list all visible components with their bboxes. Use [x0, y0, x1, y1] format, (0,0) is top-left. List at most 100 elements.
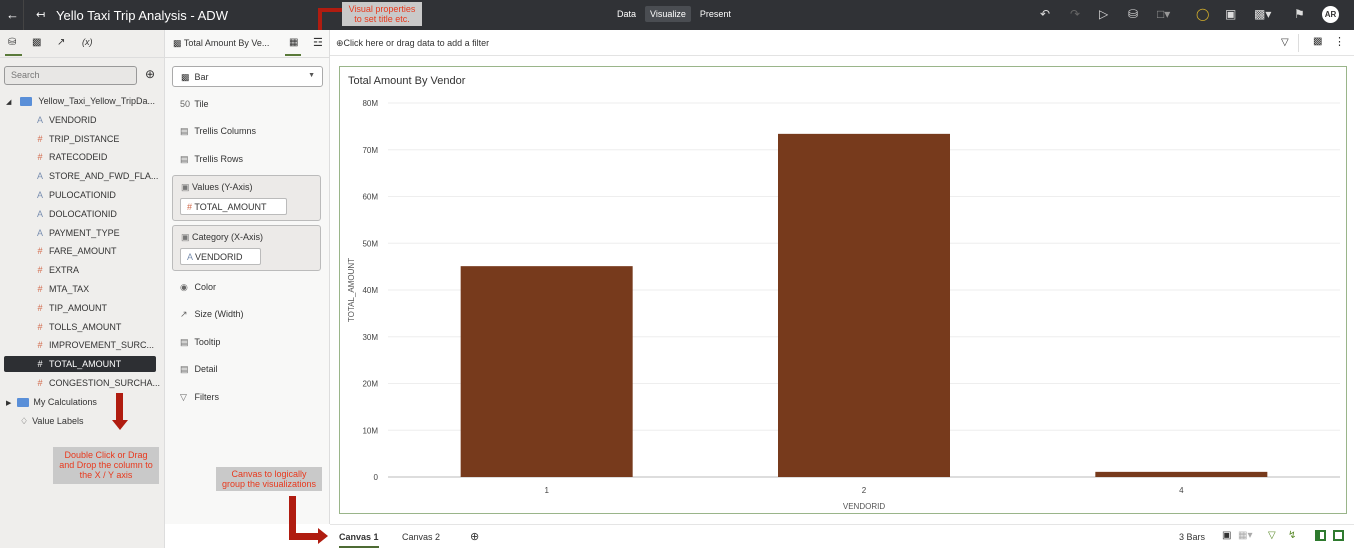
tile-drop[interactable]: 50 Tile: [180, 99, 209, 109]
filter-bar-text: Click here or drag data to add a filter: [343, 38, 490, 48]
number-field-icon: #: [37, 321, 43, 332]
bookmark-icon[interactable]: ⚑: [1294, 7, 1305, 21]
bar-chart-visualization[interactable]: Total Amount By Vendor 0 10M 20M 30M 40M 50M 6…: [339, 66, 1347, 514]
category-icon: ▣: [181, 232, 190, 242]
tooltip-drop[interactable]: ▤ Tooltip: [180, 337, 220, 348]
analytics-icon[interactable]: ↗: [57, 37, 65, 48]
text-field-icon: A: [187, 252, 193, 262]
database-icon[interactable]: ⛁: [8, 37, 16, 48]
field-item[interactable]: A PULOCATIONID: [4, 187, 156, 203]
undo-icon[interactable]: ↶: [1040, 7, 1050, 21]
field-item[interactable]: # FARE_AMOUNT: [4, 243, 156, 259]
layout-menu-icon[interactable]: ▦▾: [1238, 530, 1252, 541]
field-name: TIP_AMOUNT: [49, 302, 108, 313]
filter-icon: ▽: [180, 392, 187, 402]
detail-drop[interactable]: ▤ Detail: [180, 364, 218, 375]
field-name: DOLOCATIONID: [49, 208, 117, 219]
number-field-icon: #: [37, 340, 43, 351]
y-tick-label: 50M: [362, 239, 378, 248]
text-field-icon: A: [36, 190, 43, 200]
tab-canvas-1[interactable]: Canvas 1: [339, 532, 379, 548]
category-field-pill[interactable]: A VENDORID: [180, 248, 261, 265]
field-item[interactable]: A STORE_AND_FWD_FLA...: [4, 168, 158, 184]
bar-chart-icon: ▩: [181, 72, 190, 82]
export-icon[interactable]: ▣: [1225, 7, 1236, 21]
value-labels-node[interactable]: ♢ Value Labels: [6, 413, 83, 429]
bar: [1095, 471, 1268, 477]
filter-toggle-icon[interactable]: ▽: [1268, 530, 1276, 541]
play-icon[interactable]: ▷: [1099, 7, 1108, 21]
x-tick-label: 2: [862, 486, 867, 495]
rows-icon: ▤: [180, 154, 189, 164]
dataset-node[interactable]: ◢ Yellow_Taxi_Yellow_TripDa...: [6, 93, 155, 109]
category-x-axis-well[interactable]: ▣ Category (X-Axis) A VENDORID: [172, 225, 321, 271]
mode-data[interactable]: Data: [612, 6, 641, 22]
filter-settings-icon[interactable]: ▽: [1281, 37, 1289, 48]
left-panel-toggle-icon[interactable]: [1315, 530, 1326, 541]
grammar-icon[interactable]: ▦: [289, 37, 298, 48]
field-name: PULOCATIONID: [49, 190, 116, 200]
copy-icon[interactable]: ▣: [1222, 530, 1231, 541]
filters-label: Filters: [194, 392, 220, 402]
field-item[interactable]: # TOLLS_AMOUNT: [4, 319, 156, 335]
palette-icon: ◉: [180, 282, 188, 292]
y-tick-label: 10M: [362, 426, 378, 435]
field-item[interactable]: # TRIP_DISTANCE: [4, 131, 156, 147]
values-field-pill[interactable]: # TOTAL_AMOUNT: [180, 198, 287, 215]
annotation-canvas-hint: Canvas to logically group the visualizat…: [216, 467, 322, 491]
canvas-settings-icon[interactable]: ▩: [1313, 36, 1322, 47]
values-y-axis-well[interactable]: ▣ Values (Y-Axis) # TOTAL_AMOUNT: [172, 175, 321, 221]
add-canvas-icon[interactable]: ⊕: [470, 530, 479, 543]
collapse-icon[interactable]: ◢: [6, 99, 11, 106]
comment-menu-icon[interactable]: □▾: [1157, 7, 1170, 21]
tile-label: Tile: [194, 99, 209, 109]
more-menu-icon[interactable]: ⋮: [1334, 35, 1345, 48]
mode-present[interactable]: Present: [695, 6, 736, 22]
back-arrow-icon[interactable]: ←: [6, 7, 20, 22]
field-item[interactable]: A DOLOCATIONID: [4, 206, 156, 222]
trellis-columns-drop[interactable]: ▤ Trellis Columns: [180, 126, 256, 137]
text-field-icon: A: [36, 114, 43, 125]
text-field-icon: A: [36, 227, 43, 238]
user-avatar[interactable]: AR: [1322, 6, 1339, 23]
field-item[interactable]: # TOTAL_AMOUNT: [4, 356, 156, 373]
field-item[interactable]: # RATECODEID: [4, 149, 156, 165]
filter-bar[interactable]: ⊕Click here or drag data to add a filter…: [330, 30, 1354, 56]
size-label: Size (Width): [194, 309, 244, 319]
active-tab-indicator: [5, 54, 22, 56]
expand-icon[interactable]: ▶: [6, 400, 11, 407]
viz-tab[interactable]: ▩ Total Amount By Ve...: [173, 38, 269, 49]
field-item[interactable]: # CONGESTION_SURCHA...: [4, 375, 160, 391]
add-data-icon[interactable]: ⊕: [145, 67, 155, 81]
chart-type-select[interactable]: ▩ Bar ▼: [172, 66, 323, 87]
properties-sliders-icon[interactable]: ☲: [313, 36, 323, 49]
size-drop[interactable]: ↗ Size (Width): [180, 309, 244, 320]
mode-visualize[interactable]: Visualize: [645, 6, 691, 22]
color-drop[interactable]: ◉ Color: [180, 282, 216, 293]
insights-bulb-icon[interactable]: ◯: [1196, 7, 1209, 21]
annotation-arrow: [289, 533, 319, 540]
field-item[interactable]: # IMPROVEMENT_SURC...: [4, 337, 156, 353]
field-item[interactable]: A VENDORID: [4, 112, 156, 128]
y-tick-label: 20M: [362, 380, 378, 389]
my-calculations-node[interactable]: ▶ My Calculations: [6, 394, 97, 410]
redo-icon[interactable]: ↷: [1070, 7, 1080, 21]
field-item[interactable]: # TIP_AMOUNT: [4, 300, 156, 316]
trellis-columns-label: Trellis Columns: [194, 126, 257, 136]
right-panel-toggle-icon[interactable]: [1333, 530, 1344, 541]
refresh-data-icon[interactable]: ⛁: [1128, 7, 1138, 21]
chart-type-value: Bar: [194, 72, 209, 82]
workbook-title: Yello Taxi Trip Analysis - ADW: [56, 8, 228, 23]
field-item[interactable]: # MTA_TAX: [4, 281, 156, 297]
auto-apply-icon[interactable]: ↯: [1288, 530, 1296, 541]
search-input[interactable]: Search: [4, 66, 137, 85]
calculations-icon[interactable]: (x): [82, 37, 93, 47]
field-item[interactable]: # EXTRA: [4, 262, 156, 278]
field-item[interactable]: A PAYMENT_TYPE: [4, 225, 156, 241]
trellis-rows-drop[interactable]: ▤ Trellis Rows: [180, 154, 243, 165]
filters-drop[interactable]: ▽ Filters: [180, 392, 219, 403]
visualizations-icon[interactable]: ▩: [32, 37, 41, 48]
save-menu-icon[interactable]: ▩▾: [1254, 7, 1271, 21]
x-tick-label: 1: [544, 486, 549, 495]
tab-canvas-2[interactable]: Canvas 2: [402, 532, 440, 542]
